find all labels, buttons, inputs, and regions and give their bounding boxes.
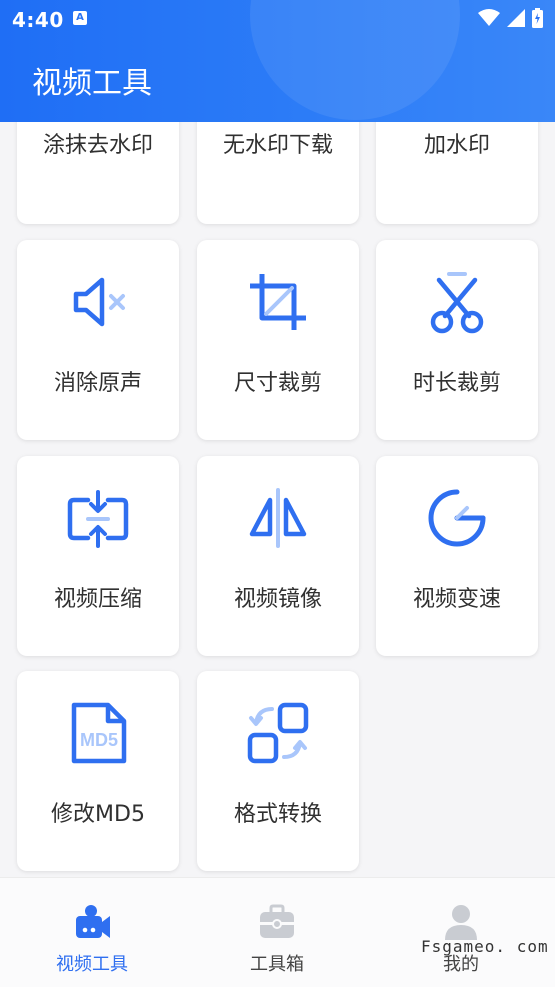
format-convert-icon — [247, 702, 309, 764]
tool-card-speed[interactable]: 视频变速 — [376, 456, 538, 656]
tool-card-trim[interactable]: 时长裁剪 — [376, 240, 538, 440]
md5-file-icon: MD5 — [71, 702, 127, 764]
tool-label: 加水印 — [423, 133, 490, 158]
tool-card-crop[interactable]: 尺寸裁剪 — [197, 240, 359, 440]
tool-card-download[interactable]: 无水印下载 — [197, 122, 359, 224]
status-time: 4:40 — [12, 8, 64, 32]
tab-toolbox[interactable]: 工具箱 — [217, 902, 337, 976]
tool-label: 时长裁剪 — [412, 371, 501, 396]
watermark-text: Fsgameo. com — [421, 937, 549, 956]
tab-label: 工具箱 — [250, 954, 304, 975]
tool-card-md5[interactable]: MD5 修改MD5 — [17, 671, 179, 871]
app-bar: 4:40 A 视频工具 — [0, 0, 555, 122]
tool-label: 无水印下载 — [222, 133, 333, 158]
compress-icon — [67, 490, 129, 548]
tool-label: 尺寸裁剪 — [233, 371, 322, 396]
tool-label: 修改MD5 — [51, 802, 145, 827]
tool-label: 视频压缩 — [53, 587, 142, 612]
tool-label: 涂抹去水印 — [42, 133, 153, 158]
speed-gauge-icon — [428, 489, 486, 547]
status-bar: 4:40 A — [0, 0, 555, 38]
tool-label: 消除原声 — [53, 371, 142, 396]
tool-label: 视频变速 — [412, 587, 501, 612]
wifi-icon — [478, 9, 500, 26]
tool-label: 视频镜像 — [233, 587, 322, 612]
tool-card-erase-watermark[interactable]: 涂抹去水印 — [17, 122, 179, 224]
crop-icon — [250, 274, 306, 330]
video-camera-icon — [76, 905, 110, 938]
tool-card-format-convert[interactable]: 格式转换 — [197, 671, 359, 871]
tool-card-add-watermark[interactable]: 加水印 — [376, 122, 538, 224]
mirror-icon — [249, 488, 307, 548]
notification-a-icon: A — [73, 11, 87, 25]
tool-card-compress[interactable]: 视频压缩 — [17, 456, 179, 656]
toolbox-icon — [260, 904, 294, 938]
status-icons — [478, 8, 543, 28]
tool-label: 格式转换 — [233, 802, 322, 827]
mute-icon — [73, 277, 125, 327]
page-title: 视频工具 — [32, 66, 152, 101]
person-icon — [445, 905, 477, 940]
tools-grid: 涂抹去水印 无水印下载 加水印 消除原声 尺寸裁剪 时长裁剪 视频压缩 视频镜像… — [0, 122, 555, 877]
tab-label: 视频工具 — [56, 954, 128, 975]
tool-card-mute[interactable]: 消除原声 — [17, 240, 179, 440]
bottom-nav: 视频工具 工具箱 我的 — [0, 877, 555, 987]
tab-video-tools[interactable]: 视频工具 — [32, 902, 152, 976]
tool-card-mirror[interactable]: 视频镜像 — [197, 456, 359, 656]
battery-icon — [532, 8, 543, 28]
signal-icon — [507, 9, 525, 27]
md5-icon-text: MD5 — [80, 730, 118, 750]
scissors-icon — [430, 272, 484, 334]
